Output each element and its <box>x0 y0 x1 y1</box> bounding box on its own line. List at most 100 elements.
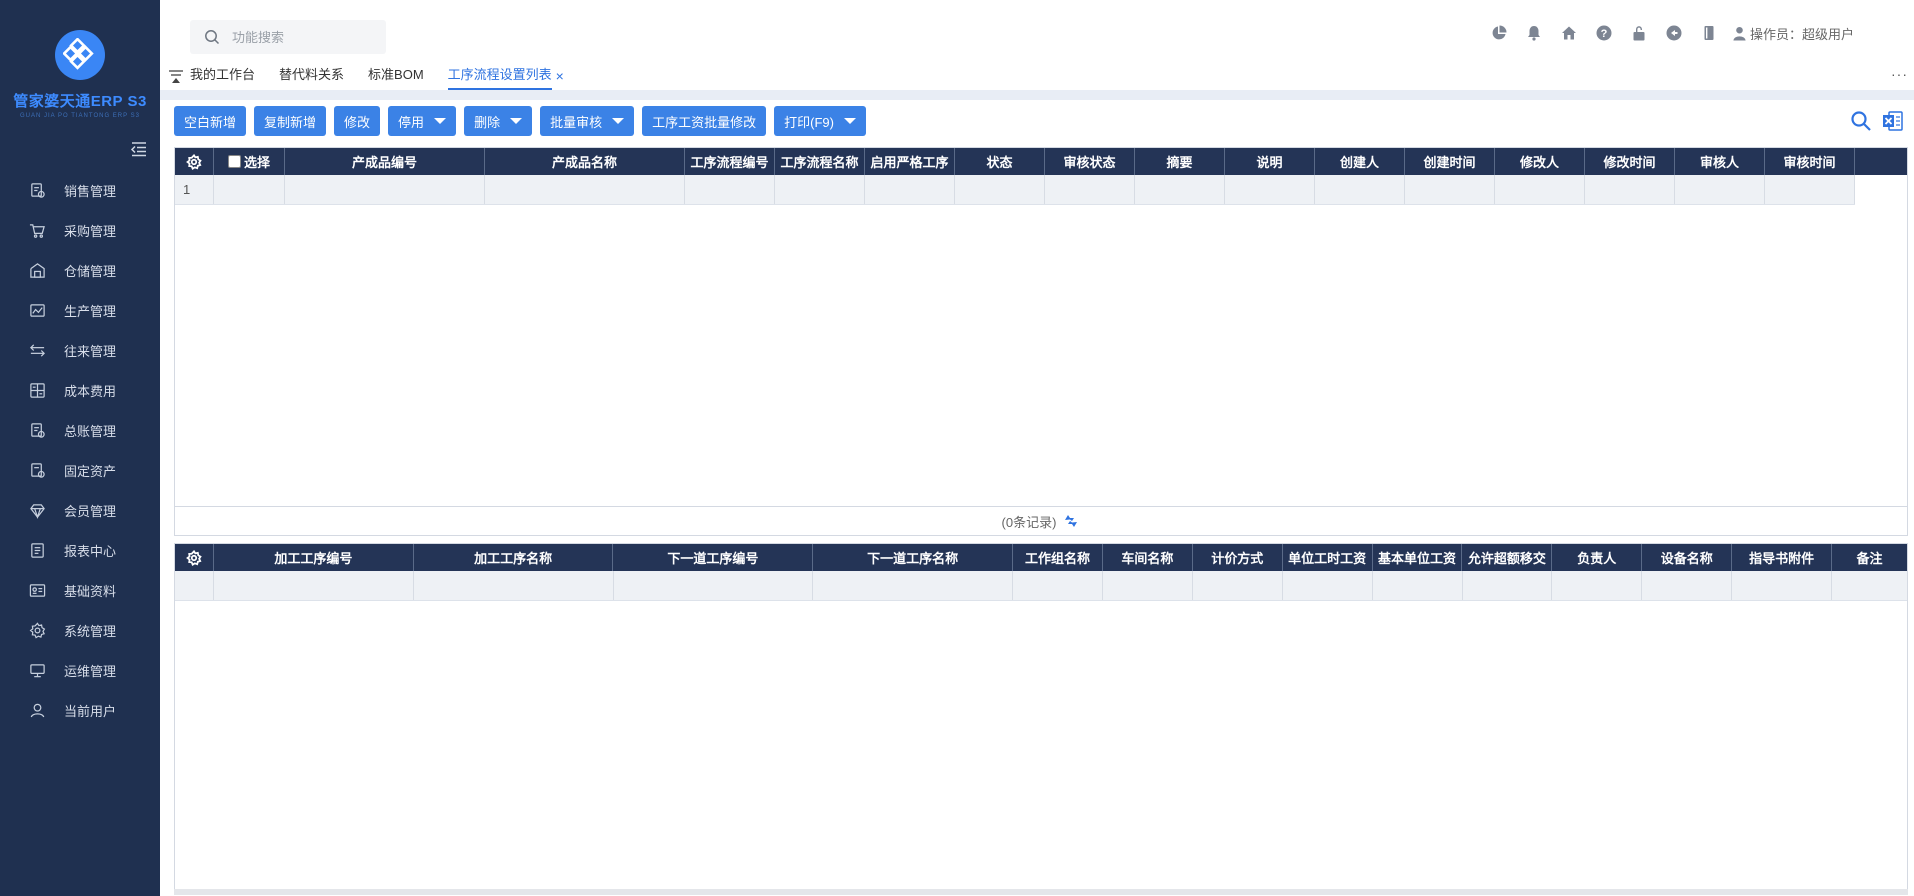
table-cell[interactable] <box>214 571 414 600</box>
sidebar-item-system[interactable]: 系统管理 <box>0 610 160 650</box>
column-header[interactable]: 单位工时工资 <box>1283 544 1373 571</box>
column-header[interactable]: 下一道工序名称 <box>813 544 1014 571</box>
copy-add-button[interactable]: 复制新增 <box>254 106 327 136</box>
column-header[interactable]: 创建人 <box>1315 148 1405 175</box>
column-header[interactable]: 摘要 <box>1135 148 1225 175</box>
table-cell[interactable] <box>485 175 685 204</box>
column-header[interactable]: 工作组名称 <box>1013 544 1103 571</box>
operator-info[interactable]: 操作员：超级用户 <box>1732 24 1854 43</box>
column-header[interactable]: 审核人 <box>1675 148 1765 175</box>
sidebar-item-sales[interactable]: 销售管理 <box>0 170 160 210</box>
search-input[interactable] <box>232 29 372 45</box>
column-header[interactable]: 工序流程编号 <box>685 148 775 175</box>
table-cell[interactable] <box>1283 571 1373 600</box>
sidebar-item-cost[interactable]: 成本费用 <box>0 370 160 410</box>
sidebar-item-assets[interactable]: 固定资产 <box>0 450 160 490</box>
print-button[interactable]: 打印(F9) <box>774 106 866 136</box>
table-cell[interactable] <box>285 175 485 204</box>
bell-icon[interactable] <box>1525 24 1543 42</box>
delete-button[interactable]: 删除 <box>464 106 533 136</box>
column-settings-gear-icon[interactable] <box>175 544 214 571</box>
column-header[interactable]: 审核时间 <box>1765 148 1855 175</box>
edit-button[interactable]: 修改 <box>334 106 381 136</box>
table-cell[interactable] <box>1765 175 1855 204</box>
blank-add-button[interactable]: 空白新增 <box>174 106 247 136</box>
column-header[interactable]: 产成品名称 <box>485 148 685 175</box>
sidebar-item-ledger[interactable]: 总账管理 <box>0 410 160 450</box>
function-search[interactable] <box>190 20 386 54</box>
table-cell[interactable] <box>1315 175 1405 204</box>
tab-workbench[interactable]: 我的工作台 <box>190 62 255 90</box>
column-header[interactable]: 加工工序名称 <box>414 544 614 571</box>
chart-pie-icon[interactable] <box>1490 24 1508 42</box>
batch-audit-button[interactable]: 批量审核 <box>540 106 635 136</box>
logout-icon[interactable] <box>1665 24 1683 42</box>
close-tab-icon[interactable]: × <box>556 68 564 84</box>
lock-icon[interactable] <box>1630 24 1648 42</box>
column-header[interactable]: 备注 <box>1832 544 1907 571</box>
select-all-header[interactable]: 选择 <box>214 148 285 175</box>
tab-substitute-material[interactable]: 替代料关系 <box>279 62 344 90</box>
column-header[interactable]: 指导书附件 <box>1732 544 1833 571</box>
table-row[interactable]: 1 <box>175 175 1855 205</box>
table-cell[interactable] <box>1193 571 1283 600</box>
column-header[interactable]: 设备名称 <box>1642 544 1733 571</box>
excel-export-icon[interactable] <box>1882 110 1904 132</box>
sidebar-item-members[interactable]: 会员管理 <box>0 490 160 530</box>
table-cell[interactable] <box>1103 571 1193 600</box>
column-header[interactable]: 计价方式 <box>1193 544 1283 571</box>
sidebar-item-exchange[interactable]: 往来管理 <box>0 330 160 370</box>
table-cell[interactable] <box>1405 175 1495 204</box>
sidebar-item-current-user[interactable]: 当前用户 <box>0 690 160 730</box>
sidebar-item-basic-data[interactable]: 基础资料 <box>0 570 160 610</box>
column-header[interactable]: 修改人 <box>1495 148 1585 175</box>
sidebar-item-purchase[interactable]: 采购管理 <box>0 210 160 250</box>
column-header[interactable]: 车间名称 <box>1103 544 1193 571</box>
sidebar-item-warehouse[interactable]: 仓储管理 <box>0 250 160 290</box>
table-cell[interactable] <box>414 571 614 600</box>
table-cell[interactable] <box>1463 571 1553 600</box>
column-header[interactable]: 状态 <box>955 148 1045 175</box>
help-icon[interactable]: ? <box>1595 24 1613 42</box>
table-cell[interactable] <box>685 175 775 204</box>
column-header[interactable]: 下一道工序编号 <box>613 544 814 571</box>
table-cell[interactable] <box>1495 175 1585 204</box>
disable-button[interactable]: 停用 <box>388 106 457 136</box>
column-header[interactable]: 审核状态 <box>1045 148 1135 175</box>
horizontal-scrollbar[interactable] <box>174 889 1908 895</box>
book-icon[interactable] <box>1700 24 1718 42</box>
tab-process-flow-list[interactable]: 工序流程设置列表 <box>447 62 552 90</box>
table-cell[interactable] <box>955 175 1045 204</box>
table-cell[interactable] <box>1675 175 1765 204</box>
table-cell[interactable] <box>1642 571 1733 600</box>
column-header[interactable]: 允许超额移交 <box>1462 544 1553 571</box>
table-cell[interactable] <box>813 571 1014 600</box>
column-header[interactable]: 加工工序编号 <box>214 544 414 571</box>
refresh-icon[interactable] <box>1062 514 1080 528</box>
column-header[interactable]: 说明 <box>1225 148 1315 175</box>
more-tabs-icon[interactable]: ··· <box>1891 66 1908 82</box>
table-row[interactable] <box>175 571 1907 601</box>
tab-standard-bom[interactable]: 标准BOM <box>368 62 424 90</box>
tab-menu-icon[interactable] <box>168 68 184 84</box>
column-header[interactable]: 负责人 <box>1552 544 1643 571</box>
batch-wage-edit-button[interactable]: 工序工资批量修改 <box>642 106 767 136</box>
column-header[interactable]: 创建时间 <box>1405 148 1495 175</box>
column-header[interactable]: 修改时间 <box>1585 148 1675 175</box>
column-header[interactable]: 基本单位工资 <box>1373 544 1463 571</box>
search-icon[interactable] <box>1850 110 1872 132</box>
table-cell[interactable] <box>775 175 865 204</box>
column-header[interactable]: 工序流程名称 <box>775 148 865 175</box>
column-header[interactable]: 启用严格工序 <box>865 148 955 175</box>
table-cell[interactable] <box>214 175 285 204</box>
table-cell[interactable] <box>1373 571 1463 600</box>
table-cell[interactable] <box>1832 571 1907 600</box>
table-cell[interactable] <box>614 571 814 600</box>
table-cell[interactable] <box>1225 175 1315 204</box>
column-settings-gear-icon[interactable] <box>175 148 214 175</box>
table-cell[interactable] <box>1135 175 1225 204</box>
table-cell[interactable] <box>865 175 955 204</box>
sidebar-item-reports[interactable]: 报表中心 <box>0 530 160 570</box>
table-cell[interactable] <box>1552 571 1643 600</box>
sidebar-item-production[interactable]: 生产管理 <box>0 290 160 330</box>
